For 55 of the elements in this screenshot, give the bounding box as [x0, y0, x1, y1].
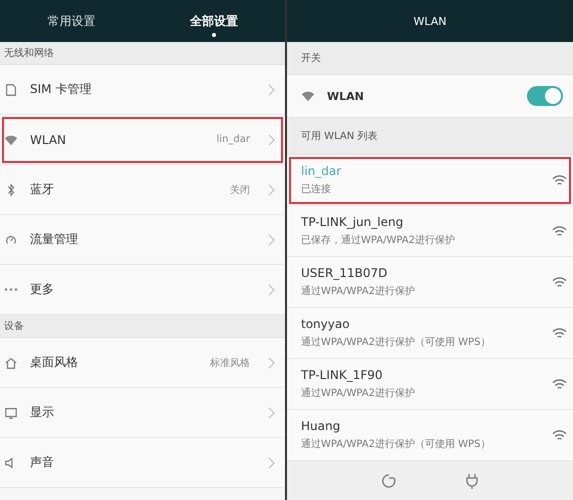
tab[interactable]: 常用设置 [39, 8, 104, 34]
item-label: 显示 [30, 404, 55, 421]
network-name: TP-LINK_jun_leng [301, 215, 404, 229]
plug-icon[interactable] [464, 472, 480, 488]
sim-card-icon [4, 82, 18, 96]
wifi-icon [301, 89, 315, 103]
item-label: 更多 [30, 281, 55, 298]
item-value: lin_dar [216, 134, 250, 145]
chevron-icon [268, 284, 275, 296]
section-title: 开关 [301, 52, 321, 65]
network-status: 通过WPA/WPA2进行保护 [301, 284, 415, 298]
network-name: TP-LINK_1F90 [301, 368, 383, 382]
network-status: 通过WPA/WPA2进行保护（可使用 WPS） [301, 438, 490, 451]
home-icon [4, 356, 18, 370]
section-title: 无线和网络 [4, 46, 54, 60]
chevron-icon [268, 406, 275, 418]
wlan-toggle[interactable] [527, 86, 563, 106]
network-name: tonyyao [301, 317, 350, 331]
screen-title: WLAN [413, 14, 446, 28]
tab[interactable]: 全部设置 [182, 8, 246, 34]
item-label: WLAN [30, 132, 68, 146]
chevron-icon [268, 134, 275, 146]
network-item[interactable]: lin_dar 已连接 [287, 155, 573, 206]
chevron-icon [268, 234, 275, 246]
more-icon [4, 288, 18, 291]
chevron-icon [268, 456, 275, 468]
settings-item[interactable]: WLAN lin_dar [0, 115, 285, 165]
wifi-signal-icon [552, 326, 567, 340]
section-title: 设备 [4, 320, 24, 333]
item-value: 标准风格 [210, 356, 250, 370]
chevron-icon [268, 84, 275, 96]
chevron-icon [268, 184, 275, 196]
network-name: Huang [301, 419, 340, 433]
item-label: 蓝牙 [30, 181, 55, 198]
item-label: 声音 [30, 454, 55, 471]
chevron-icon [268, 356, 275, 368]
item-label: 流量管理 [30, 231, 79, 248]
item-value: 关闭 [230, 184, 250, 196]
network-status: 已保存，通过WPA/WPA2进行保护 [301, 234, 455, 247]
network-name: lin_dar [301, 164, 342, 178]
network-name: USER_11B07D [301, 266, 388, 280]
display-icon [4, 406, 18, 420]
network-status: 通过WPA/WPA2进行保护（可使用 WPS） [301, 336, 490, 349]
item-label: SIM 卡管理 [30, 81, 92, 98]
wlan-label: WLAN [327, 90, 365, 102]
network-status: 已连接 [301, 182, 331, 196]
wifi-signal-icon [552, 378, 567, 390]
wifi-signal-icon [552, 224, 567, 238]
refresh-icon[interactable] [380, 472, 396, 488]
wifi-signal-icon [552, 174, 567, 186]
network-status: 通过WPA/WPA2进行保护 [301, 386, 415, 400]
wifi-signal-icon [552, 276, 567, 288]
section-title: 可用 WLAN 列表 [301, 130, 378, 143]
item-label: 桌面风格 [30, 354, 79, 371]
wifi-signal-icon [552, 428, 567, 442]
